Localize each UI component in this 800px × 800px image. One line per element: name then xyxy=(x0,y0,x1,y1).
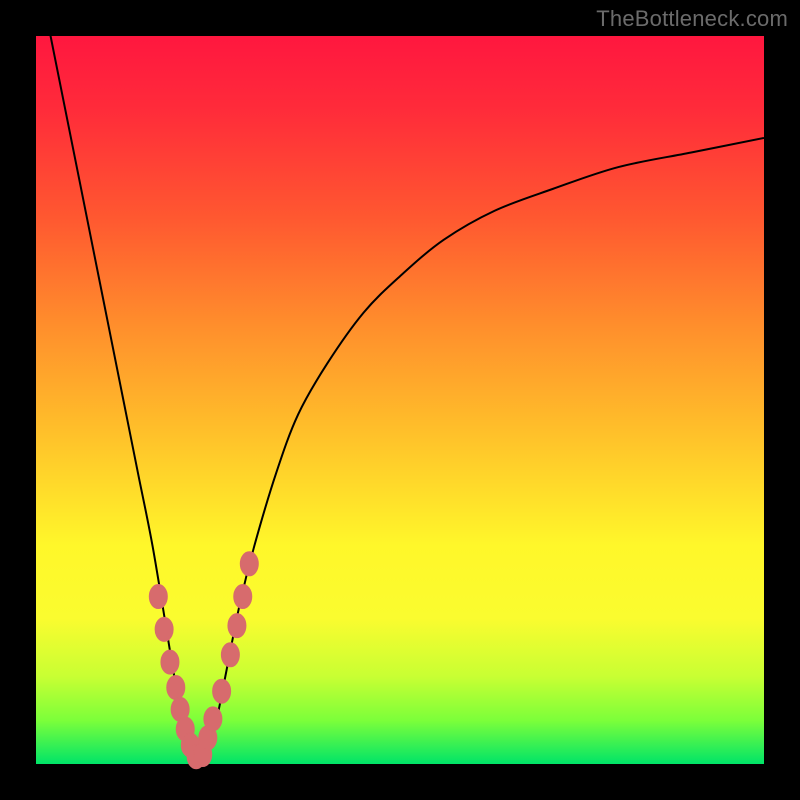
highlight-dot xyxy=(167,676,185,700)
bottleneck-curve xyxy=(36,0,764,759)
watermark-text: TheBottleneck.com xyxy=(596,6,788,32)
highlight-dots-group xyxy=(149,552,258,769)
highlight-dot xyxy=(155,617,173,641)
chart-svg xyxy=(36,36,764,764)
highlight-dot xyxy=(213,679,231,703)
highlight-dot xyxy=(234,585,252,609)
highlight-dot xyxy=(240,552,258,576)
highlight-dot xyxy=(221,643,239,667)
highlight-dot xyxy=(149,585,167,609)
chart-frame: TheBottleneck.com xyxy=(0,0,800,800)
plot-area xyxy=(36,36,764,764)
highlight-dot xyxy=(161,650,179,674)
highlight-dot xyxy=(228,614,246,638)
highlight-dot xyxy=(204,707,222,731)
